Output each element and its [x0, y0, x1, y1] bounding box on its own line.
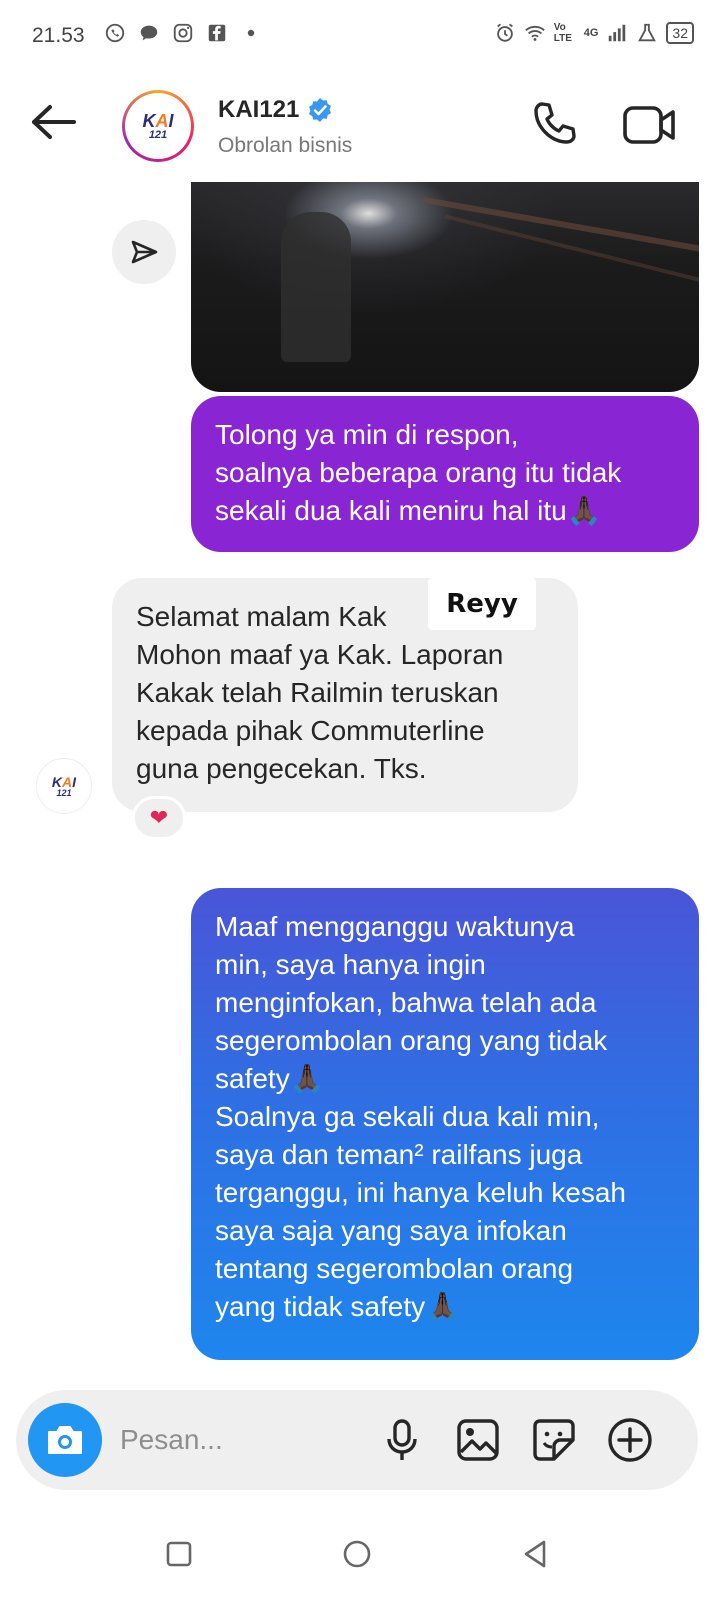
- chat-bubble-icon: [140, 25, 158, 41]
- plus-circle-icon: [608, 1418, 652, 1462]
- chat-title: KAI121: [218, 96, 300, 123]
- heart-reaction[interactable]: ❤: [132, 796, 186, 840]
- system-icons: Vo LTE 4G 32: [494, 22, 694, 44]
- status-time: 21.53: [32, 24, 85, 47]
- gallery-icon: [457, 1419, 499, 1461]
- recents-button[interactable]: [157, 1532, 201, 1576]
- share-button[interactable]: [112, 220, 176, 284]
- heart-icon: ❤: [149, 805, 169, 830]
- phone-call-icon[interactable]: [530, 100, 580, 150]
- message-text: Tolong ya min di respon, soalnya beberap…: [215, 419, 622, 526]
- network-label: 4G: [583, 27, 599, 39]
- system-nav-bar: [0, 1510, 714, 1599]
- sent-message-bubble[interactable]: Tolong ya min di respon, soalnya beberap…: [191, 396, 699, 552]
- gallery-button[interactable]: [454, 1416, 502, 1464]
- back-button[interactable]: [513, 1532, 557, 1576]
- verified-badge-icon: [309, 98, 332, 122]
- back-arrow-icon[interactable]: [28, 102, 80, 142]
- header-title-row[interactable]: KAI121: [218, 96, 333, 124]
- send-arrow-icon: [131, 240, 158, 264]
- signal-icon: [609, 24, 626, 42]
- message-input[interactable]: [120, 1418, 360, 1462]
- message-text: Maaf mengganggu waktunya min, saya hanya…: [215, 911, 626, 1322]
- kai-logo: KAI 121: [142, 110, 174, 141]
- sticker-button[interactable]: [530, 1416, 578, 1464]
- wifi-icon: [524, 25, 545, 41]
- microphone-button[interactable]: [378, 1416, 426, 1464]
- message-list[interactable]: Tolong ya min di respon, soalnya beberap…: [0, 182, 714, 1382]
- profile-avatar[interactable]: KAI 121: [122, 90, 194, 162]
- sticker-icon: [533, 1419, 575, 1461]
- whatsapp-icon: [105, 23, 125, 43]
- status-bar: 21.53 Vo LTE 4G 32: [0, 0, 714, 72]
- circle-icon: [343, 1540, 371, 1568]
- sent-message-bubble[interactable]: Maaf mengganggu waktunya min, saya hanya…: [191, 888, 699, 1360]
- microphone-icon: [387, 1419, 417, 1460]
- photo-silhouette: [281, 212, 351, 362]
- flask-icon: [638, 23, 657, 42]
- image-message[interactable]: [191, 182, 699, 392]
- message-composer: [16, 1390, 698, 1490]
- square-icon: [166, 1541, 192, 1567]
- chat-header: KAI 121 KAI121 Obrolan bisnis: [0, 72, 714, 182]
- name-overlay-sticker: Reyy: [428, 578, 536, 630]
- home-button[interactable]: [335, 1532, 379, 1576]
- kai-logo: KAI 121: [51, 773, 77, 798]
- alarm-icon: [496, 23, 513, 42]
- camera-icon: [48, 1426, 82, 1454]
- add-button[interactable]: [606, 1416, 654, 1464]
- chat-subtitle: Obrolan bisnis: [218, 134, 353, 157]
- battery-indicator: 32: [666, 22, 694, 44]
- sender-avatar[interactable]: KAI 121: [36, 758, 92, 814]
- volte-label: Vo LTE: [553, 22, 572, 44]
- notification-icons: [104, 22, 262, 44]
- camera-button[interactable]: [28, 1403, 102, 1477]
- facebook-icon: [208, 24, 226, 42]
- dot-icon: [247, 29, 255, 37]
- instagram-icon: [173, 23, 193, 43]
- triangle-back-icon: [524, 1540, 546, 1568]
- video-call-icon[interactable]: [622, 102, 678, 148]
